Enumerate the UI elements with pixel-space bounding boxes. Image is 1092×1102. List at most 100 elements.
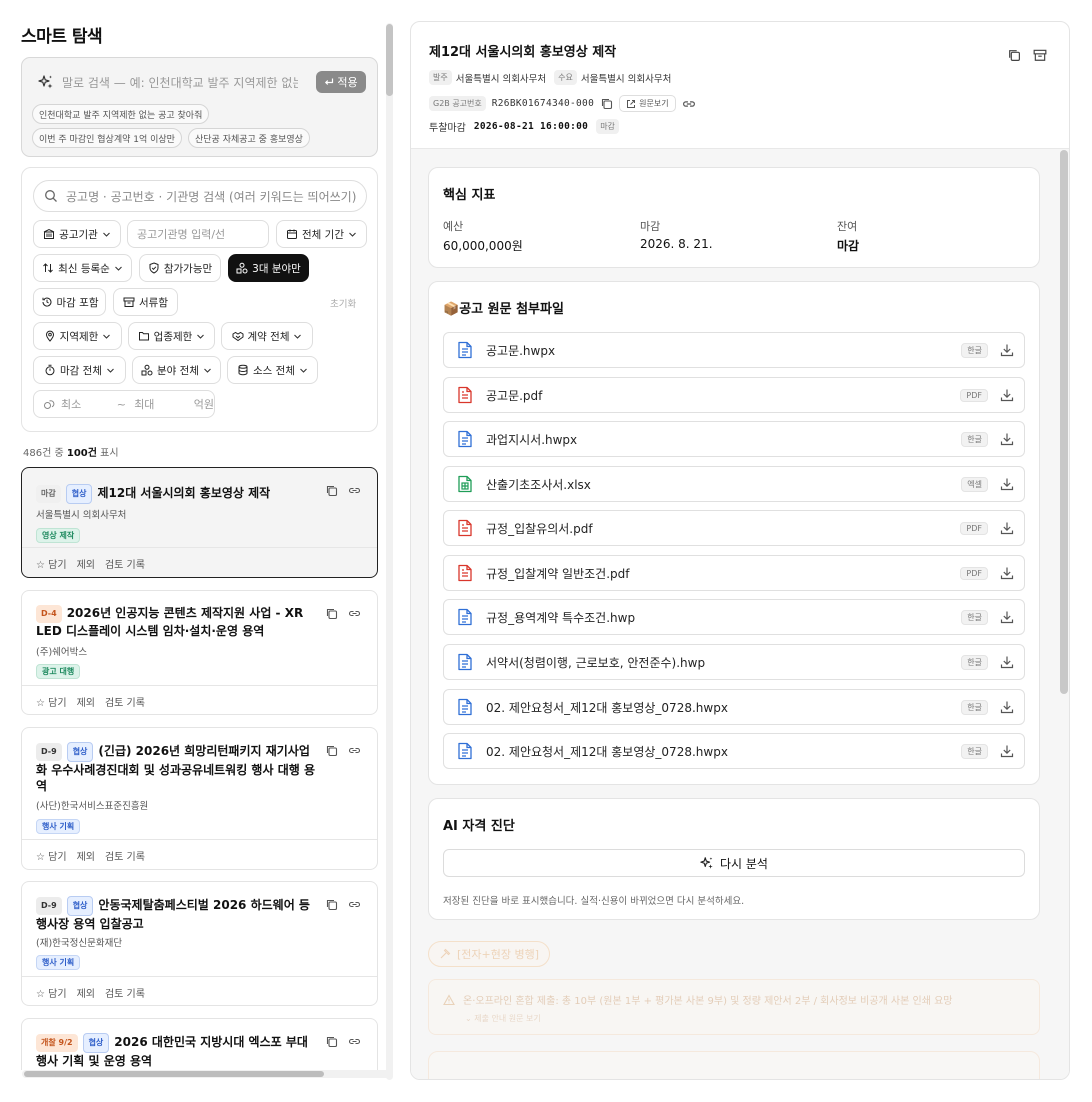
link-icon[interactable] (348, 607, 361, 620)
include-closed-toggle[interactable]: 마감 포함 (33, 288, 106, 316)
copy-icon[interactable] (600, 97, 613, 110)
download-icon[interactable] (1000, 521, 1014, 535)
exclude-action[interactable]: 제외 (77, 985, 95, 1000)
file-row[interactable]: 산출기초조사서.xlsx 엑셀 (443, 466, 1025, 502)
file-type-badge: 한글 (961, 743, 988, 759)
file-row[interactable]: 규정_입찰계약 일반조건.pdf PDF (443, 555, 1025, 591)
save-action[interactable]: ☆ 담기 (36, 556, 67, 571)
exclude-action[interactable]: 제외 (77, 556, 95, 571)
link-icon[interactable] (348, 744, 361, 757)
handshake-icon (232, 330, 244, 342)
file-row[interactable]: 공고문.pdf PDF (443, 377, 1025, 413)
source-select[interactable]: 소스 전체 (227, 356, 318, 384)
copy-icon[interactable] (325, 607, 338, 620)
download-icon[interactable] (1000, 655, 1014, 669)
top3-fields-toggle[interactable]: 3대 분야만 (228, 254, 309, 282)
field-select[interactable]: 분야 전체 (132, 356, 221, 384)
budget-unit: 억원 (193, 398, 214, 411)
period-select[interactable]: 전체 기간 (276, 220, 367, 248)
download-icon[interactable] (1000, 700, 1014, 714)
suggestion-chip[interactable]: 이번 주 마감인 협상계약 1억 이상만 (32, 128, 182, 148)
suggestion-chip[interactable]: 인천대학교 발주 지역제한 없는 공고 찾아줘 (32, 104, 210, 124)
file-type-badge: PDF (960, 566, 988, 580)
notice-card-selected[interactable]: 마감 협상 제12대 서울시의회 홍보영상 제작 서울특별시 의회사무처 영상 제작… (21, 467, 378, 578)
left-horizontal-scroll-thumb[interactable] (24, 1071, 324, 1077)
file-row[interactable]: 02. 제안요청서_제12대 홍보영상_0728.hwpx 한글 (443, 689, 1025, 725)
file-icon (450, 519, 480, 537)
reset-button[interactable]: 초기화 (330, 296, 356, 310)
notice-number: R26BK01674340-000 (491, 98, 595, 109)
link-icon[interactable] (348, 1035, 361, 1048)
contract-select[interactable]: 계약 전체 (221, 322, 313, 350)
review-log-action[interactable]: 검토 기록 (105, 985, 145, 1000)
file-icon (450, 742, 480, 760)
sparkle-icon (700, 856, 714, 870)
copy-icon[interactable] (325, 484, 338, 497)
budget-max-placeholder: 최대 (134, 398, 155, 411)
nl-apply-button[interactable]: 적용 (316, 71, 366, 93)
budget-range-input[interactable]: 최소 ~ 최대 억원 (33, 390, 215, 418)
download-icon[interactable] (1000, 744, 1014, 758)
notice-org: (주)쉐어박스 (36, 647, 88, 658)
file-row[interactable]: 규정_용역계약 특수조건.hwp 한글 (443, 599, 1025, 635)
download-icon[interactable] (1000, 343, 1014, 357)
file-row[interactable]: 공고문.hwpx 한글 (443, 332, 1025, 368)
notice-card[interactable]: 개찰 9/2 협상 2026 대한민국 지방시대 엑스포 부대행사 기획 및 운영 … (21, 1018, 378, 1070)
download-icon[interactable] (1000, 477, 1014, 491)
region-select[interactable]: 지역제한 (33, 322, 122, 350)
document-box-button[interactable]: 서류함 (113, 288, 178, 316)
notice-card[interactable]: D-9 협상 안동국제탈춤페스티벌 2026 하드웨어 등 행사장 용역 입찰공고 … (21, 881, 378, 1006)
download-icon[interactable] (1000, 432, 1014, 446)
left-vertical-scroll-thumb[interactable] (386, 24, 393, 96)
file-row[interactable]: 규정_입찰유의서.pdf PDF (443, 510, 1025, 546)
agency-select[interactable]: 공고기관 (33, 220, 121, 248)
kpi-budget: 예산 60,000,000원 (443, 220, 523, 253)
notice-card[interactable]: D-9 협상 (긴급) 2026년 희망리턴패키지 재기사업화 우수사례경진대회 및… (21, 727, 378, 870)
save-action[interactable]: ☆ 담기 (36, 985, 67, 1000)
download-icon[interactable] (1000, 388, 1014, 402)
warning-toggle[interactable]: ⌄ 제출 안내 원문 보기 (465, 1013, 541, 1024)
view-original-button[interactable]: 원문보기 (619, 95, 676, 112)
folder-icon (138, 330, 150, 342)
copy-icon[interactable] (325, 744, 338, 757)
link-icon[interactable] (682, 97, 696, 111)
file-row[interactable]: 02. 제안요청서_제12대 홍보영상_0728.hwpx 한글 (443, 733, 1025, 769)
copy-icon[interactable] (325, 898, 338, 911)
file-row[interactable]: 과업지시서.hwpx 한글 (443, 421, 1025, 457)
shapes-icon (236, 262, 248, 274)
status-badge: D-9 (36, 743, 62, 761)
nl-search-input[interactable]: 말로 검색 — 예: 인천대학교 발주 지역제한 없는 (38, 71, 298, 93)
review-log-action[interactable]: 검토 기록 (105, 556, 145, 571)
keyword-search-input[interactable]: 공고명 · 공고번호 · 기관명 검색 (여러 키워드는 띄어쓰기) (33, 180, 367, 212)
exclude-action[interactable]: 제외 (77, 694, 95, 709)
method-badge: 협상 (66, 896, 94, 916)
status-badge: 마감 (36, 485, 61, 503)
link-icon[interactable] (348, 898, 361, 911)
exclude-action[interactable]: 제외 (77, 848, 95, 863)
copy-icon[interactable] (1007, 48, 1021, 62)
left-vertical-scrollbar[interactable] (386, 23, 393, 1080)
review-log-action[interactable]: 검토 기록 (105, 694, 145, 709)
download-icon[interactable] (1000, 610, 1014, 624)
review-log-action[interactable]: 검토 기록 (105, 848, 145, 863)
download-icon[interactable] (1000, 566, 1014, 580)
suggestion-chip[interactable]: 산단공 자체공고 중 홍보영상 (188, 128, 310, 148)
shield-check-icon (148, 262, 160, 274)
save-action[interactable]: ☆ 담기 (36, 694, 67, 709)
reanalyze-button[interactable]: 다시 분석 (443, 849, 1025, 877)
sort-select[interactable]: 최신 등록순 (33, 254, 132, 282)
eligible-only-toggle[interactable]: 참가가능만 (139, 254, 221, 282)
file-row[interactable]: 서약서(청렴이행, 근로보호, 안전준수).hwp 한글 (443, 644, 1025, 680)
detail-vertical-scrollbar[interactable] (1060, 150, 1068, 694)
notice-card[interactable]: D-4 2026년 인공지능 콘텐츠 제작지원 사업 - XR LED 디스플레이… (21, 590, 378, 715)
demand-org: 서울특별시 의회사무처 (580, 73, 672, 85)
deadline-select[interactable]: 마감 전체 (33, 356, 126, 384)
link-icon[interactable] (348, 484, 361, 497)
save-action[interactable]: ☆ 담기 (36, 848, 67, 863)
copy-icon[interactable] (325, 1035, 338, 1048)
archive-icon[interactable] (1033, 48, 1047, 62)
filter-panel: 공고명 · 공고번호 · 기관명 검색 (여러 키워드는 띄어쓰기) 공고기관 … (21, 167, 378, 432)
industry-select[interactable]: 업종제한 (128, 322, 215, 350)
agency-name-input[interactable]: 공고기관명 입력/선 (127, 220, 269, 248)
ai-diagnosis-panel: AI 자격 진단 다시 분석 저장된 진단을 바로 표시했습니다. 실적·신용이… (428, 798, 1040, 920)
